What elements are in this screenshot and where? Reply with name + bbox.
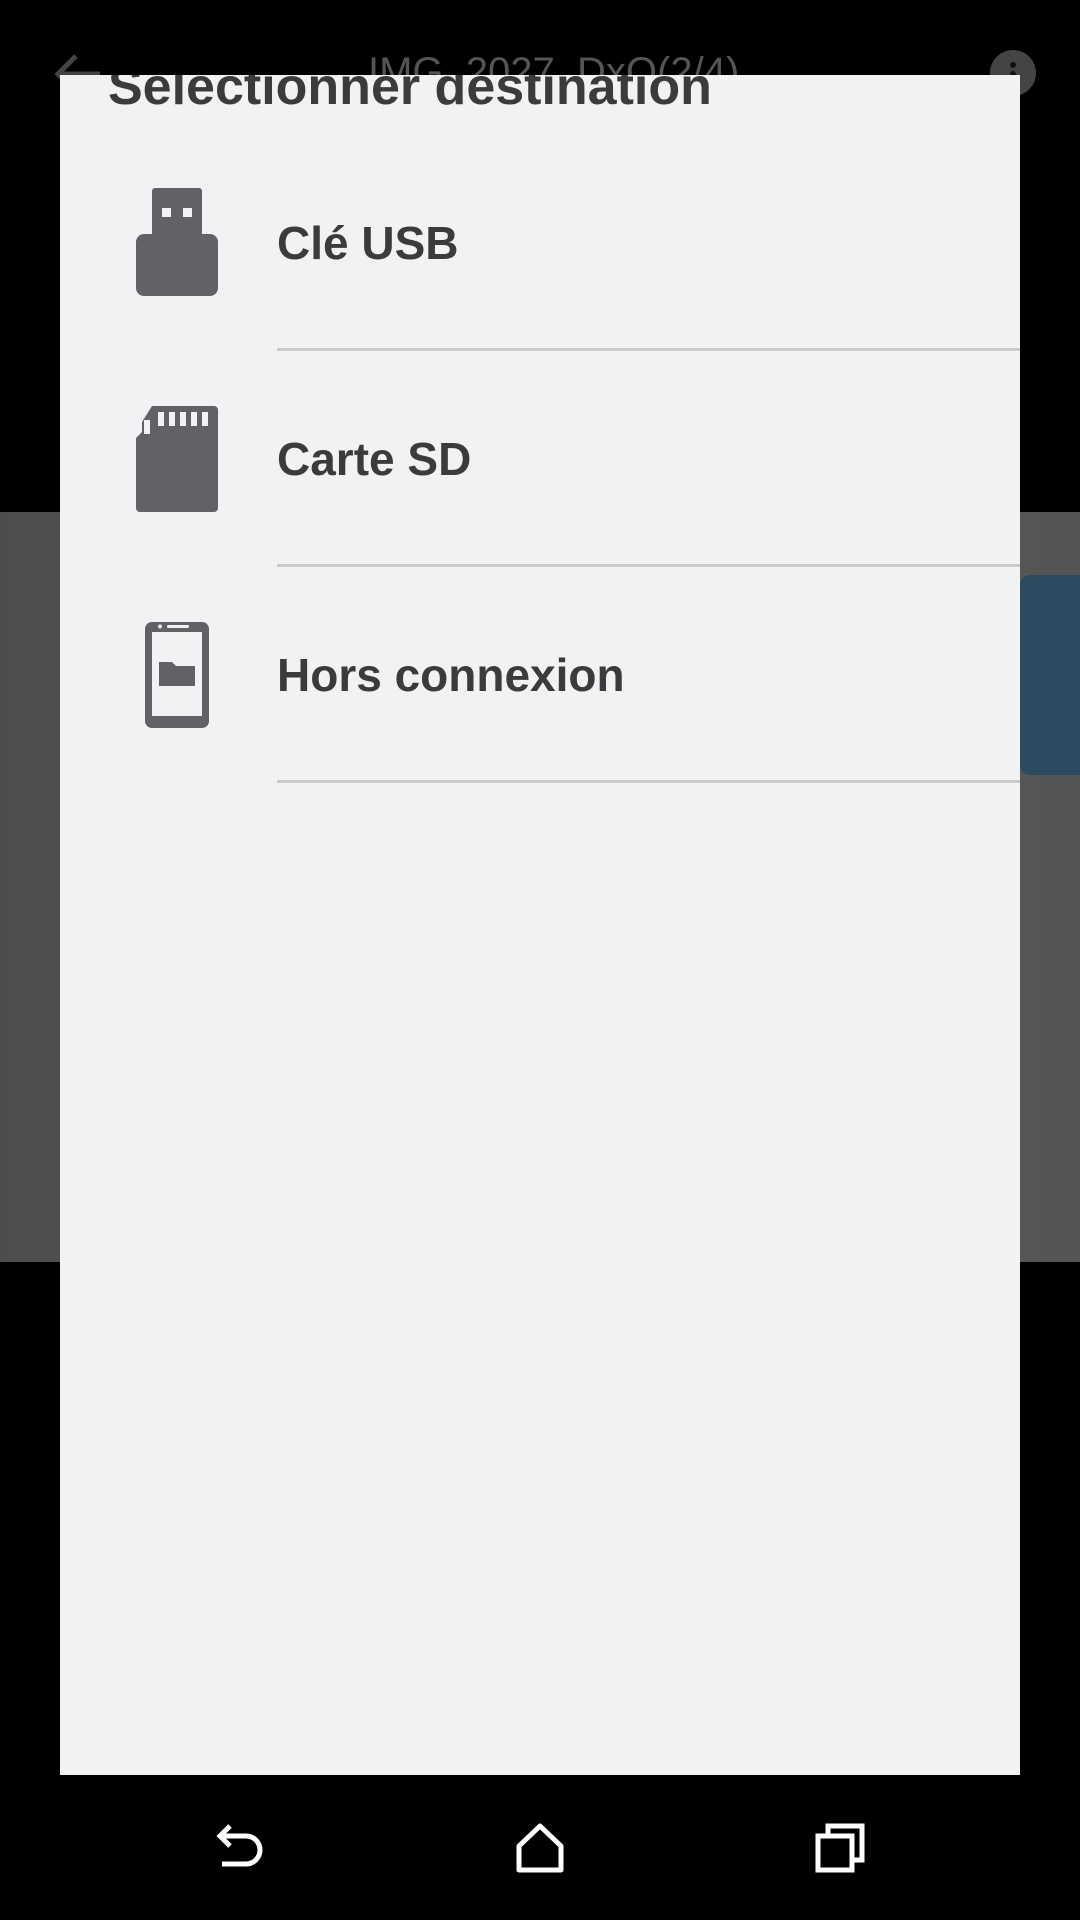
back-icon — [216, 1824, 263, 1867]
destination-item-label: Clé USB — [277, 217, 459, 269]
select-destination-dialog: Sélectionner destination Clé USB Carte S… — [60, 75, 1020, 1775]
nav-back-button[interactable] — [195, 1803, 285, 1893]
nav-recents-button[interactable] — [795, 1803, 885, 1893]
phone-folder-icon — [132, 620, 222, 730]
destination-item-label: Carte SD — [277, 433, 472, 485]
dialog-title-text: Sélectionner destination — [108, 75, 712, 116]
destination-item-offline[interactable]: Hors connexion — [60, 567, 1020, 783]
destination-item-usb[interactable]: Clé USB — [60, 135, 1020, 351]
home-icon — [516, 1823, 564, 1873]
navigation-bar — [0, 1775, 1080, 1920]
background-photo-detail — [1020, 575, 1080, 775]
destination-item-label: Hors connexion — [277, 649, 625, 701]
divider — [277, 780, 1020, 783]
destination-list: Clé USB Carte SD Hors connexion — [60, 135, 1020, 783]
usb-drive-icon — [132, 188, 222, 298]
destination-item-sd-card[interactable]: Carte SD — [60, 351, 1020, 567]
screen: IMG_2027_DxO(2/4) Sélectionner destinati… — [0, 0, 1080, 1920]
nav-home-button[interactable] — [495, 1803, 585, 1893]
sd-card-icon — [132, 404, 222, 514]
recents-icon — [815, 1823, 865, 1873]
